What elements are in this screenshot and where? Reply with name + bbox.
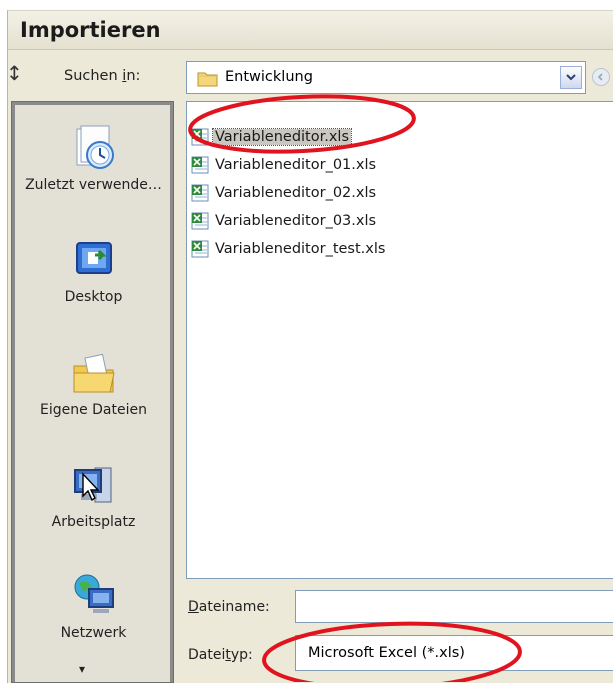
place-desktop[interactable]: Desktop: [15, 235, 172, 306]
network-icon: [69, 571, 119, 621]
excel-file-icon: [191, 128, 209, 146]
file-list[interactable]: Variableneditor.xls Variableneditor_01.x…: [186, 101, 613, 579]
desktop-icon: [69, 235, 119, 285]
file-item[interactable]: Variableneditor_01.xls: [191, 154, 378, 176]
places-bar: Zuletzt verwende… Desktop Eigene Dateien…: [11, 101, 174, 683]
place-label: Eigene Dateien: [39, 402, 147, 418]
resize-cursor-icon: ↕: [6, 61, 23, 85]
look-in-dropdown[interactable]: Entwicklung: [186, 61, 586, 94]
more-places-arrow-icon[interactable]: ▾: [79, 662, 85, 676]
dialog-title: Importieren: [20, 18, 161, 42]
excel-file-icon: [191, 184, 209, 202]
place-my-documents[interactable]: Eigene Dateien: [15, 348, 172, 419]
file-name-input[interactable]: [295, 590, 613, 623]
excel-file-icon: [191, 156, 209, 174]
file-name: Variableneditor_03.xls: [215, 213, 377, 229]
place-recent[interactable]: Zuletzt verwende…: [15, 123, 172, 194]
file-name: Variableneditor_01.xls: [215, 157, 377, 173]
back-button[interactable]: [592, 68, 610, 86]
file-name-label: Dateiname:: [188, 599, 270, 615]
place-label: Arbeitsplatz: [51, 514, 136, 530]
file-name: Variableneditor_test.xls: [215, 241, 386, 257]
place-network[interactable]: Netzwerk: [15, 571, 172, 642]
recent-icon: [69, 123, 119, 173]
folder-icon: [197, 70, 219, 91]
file-item[interactable]: Variableneditor_03.xls: [191, 210, 378, 232]
file-type-dropdown[interactable]: Microsoft Excel (*.xls): [295, 635, 613, 671]
chevron-down-icon[interactable]: [560, 66, 582, 89]
file-type-label: Dateityp:: [188, 647, 253, 663]
place-my-computer[interactable]: Arbeitsplatz: [15, 460, 172, 531]
my-documents-icon: [69, 348, 119, 398]
title-bar: Importieren: [8, 11, 613, 50]
import-dialog: Importieren ↕ Suchen in: Entwicklung Zul…: [6, 10, 613, 683]
excel-file-icon: [191, 240, 209, 258]
file-name: Variableneditor.xls: [211, 128, 353, 146]
look-in-value: Entwicklung: [225, 69, 313, 85]
file-item[interactable]: Variableneditor.xls: [191, 126, 353, 148]
look-in-label: Suchen in:: [64, 68, 141, 84]
file-item[interactable]: Variableneditor_test.xls: [191, 238, 387, 260]
file-item[interactable]: Variableneditor_02.xls: [191, 182, 378, 204]
place-label: Zuletzt verwende…: [25, 177, 162, 193]
my-computer-icon: [69, 460, 119, 510]
back-arrow-icon: [597, 73, 603, 81]
place-label: Netzwerk: [60, 625, 127, 641]
file-name: Variableneditor_02.xls: [215, 185, 377, 201]
place-label: Desktop: [64, 289, 123, 305]
excel-file-icon: [191, 212, 209, 230]
file-type-value: Microsoft Excel (*.xls): [308, 645, 465, 661]
